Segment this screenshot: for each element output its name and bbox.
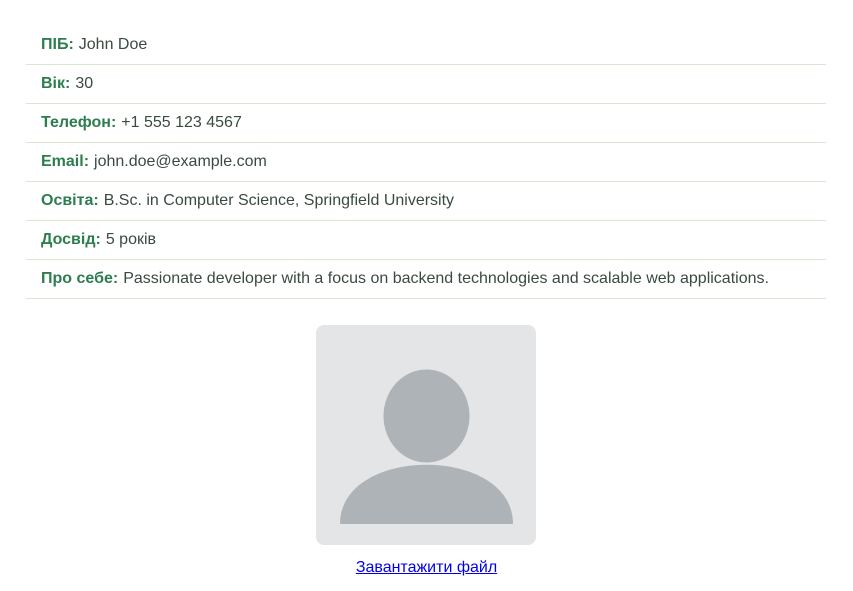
avatar-head xyxy=(383,369,470,463)
profile-details-list: ПІБ: John Doe Вік: 30 Телефон: +1 555 12… xyxy=(26,26,826,299)
field-value: 30 xyxy=(75,75,94,92)
upload-link-container: Завантажити файл xyxy=(0,558,853,578)
profile-row-email: Email: john.doe@example.com xyxy=(26,143,826,182)
field-label: Телефон: xyxy=(41,114,117,131)
user-placeholder-icon xyxy=(340,369,513,524)
avatar xyxy=(316,325,536,545)
profile-row-name: ПІБ: John Doe xyxy=(26,26,826,65)
field-value: John Doe xyxy=(78,36,148,53)
field-label: ПІБ: xyxy=(41,36,74,53)
field-label: Про себе: xyxy=(41,270,119,287)
field-value: B.Sc. in Computer Science, Springfield U… xyxy=(103,192,455,209)
field-value: john.doe@example.com xyxy=(94,153,267,170)
upload-file-link[interactable]: Завантажити файл xyxy=(356,559,497,576)
profile-row-experience: Досвід: 5 років xyxy=(26,221,826,260)
field-value: 5 років xyxy=(105,231,157,248)
field-value: +1 555 123 4567 xyxy=(121,114,242,131)
field-label: Освіта: xyxy=(41,192,99,209)
profile-row-phone: Телефон: +1 555 123 4567 xyxy=(26,104,826,143)
profile-row-education: Освіта: B.Sc. in Computer Science, Sprin… xyxy=(26,182,826,221)
profile-row-about: Про себе: Passionate developer with a fo… xyxy=(26,260,826,299)
field-value: Passionate developer with a focus on bac… xyxy=(123,270,769,287)
avatar-shoulders xyxy=(340,464,513,524)
field-label: Досвід: xyxy=(41,231,101,248)
field-label: Вік: xyxy=(41,75,71,92)
field-label: Email: xyxy=(41,153,90,170)
profile-row-age: Вік: 30 xyxy=(26,65,826,104)
